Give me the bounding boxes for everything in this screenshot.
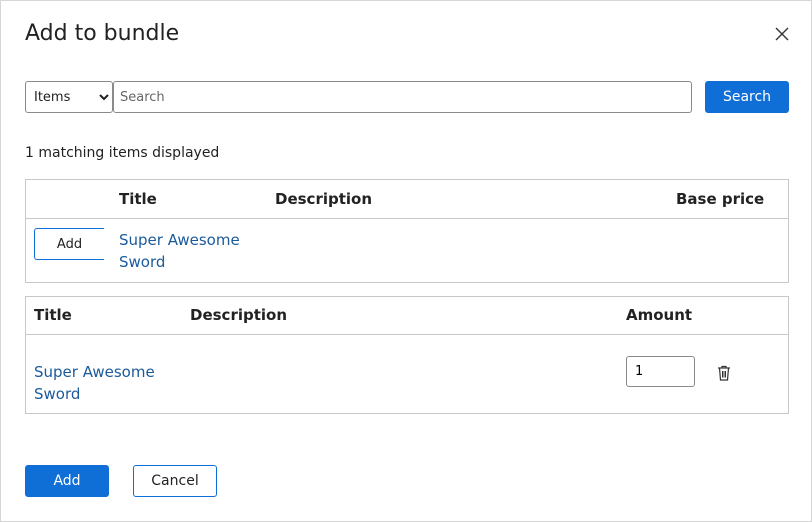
add-item-button[interactable]: Add	[34, 228, 104, 260]
cancel-button[interactable]: Cancel	[133, 465, 217, 497]
table-row: Super Awesome Sword	[26, 336, 788, 413]
bundle-col-title: Title	[34, 306, 72, 324]
amount-input[interactable]	[626, 356, 695, 387]
add-button[interactable]: Add	[25, 465, 109, 497]
dialog-title: Add to bundle	[25, 21, 180, 46]
close-icon	[771, 27, 793, 48]
search-toolbar: Items Search	[25, 81, 789, 113]
search-results-table: Title Description Base price Add Super A…	[25, 179, 789, 283]
results-col-base-price: Base price	[676, 190, 765, 208]
close-button[interactable]	[771, 23, 793, 45]
remove-item-button[interactable]	[716, 364, 732, 382]
bundle-col-description: Description	[190, 306, 288, 324]
results-col-title: Title	[119, 190, 157, 208]
bundle-col-amount: Amount	[626, 306, 693, 324]
search-button[interactable]: Search	[705, 81, 789, 113]
search-input[interactable]	[113, 81, 692, 113]
add-to-bundle-dialog: Add to bundle Items Search 1 matching it…	[0, 0, 812, 522]
results-col-description: Description	[275, 190, 373, 208]
bundle-item-title-link[interactable]: Super Awesome Sword	[34, 361, 164, 405]
match-count-text: 1 matching items displayed	[25, 145, 220, 161]
item-title-link[interactable]: Super Awesome Sword	[119, 229, 249, 273]
results-header: Title Description Base price	[26, 180, 788, 219]
bundle-header: Title Description Amount	[26, 297, 788, 335]
bundle-items-table: Title Description Amount Super Awesome S…	[25, 296, 789, 414]
table-row: Add Super Awesome Sword	[26, 220, 788, 282]
trash-icon	[716, 365, 732, 385]
item-type-select[interactable]: Items	[25, 81, 113, 113]
